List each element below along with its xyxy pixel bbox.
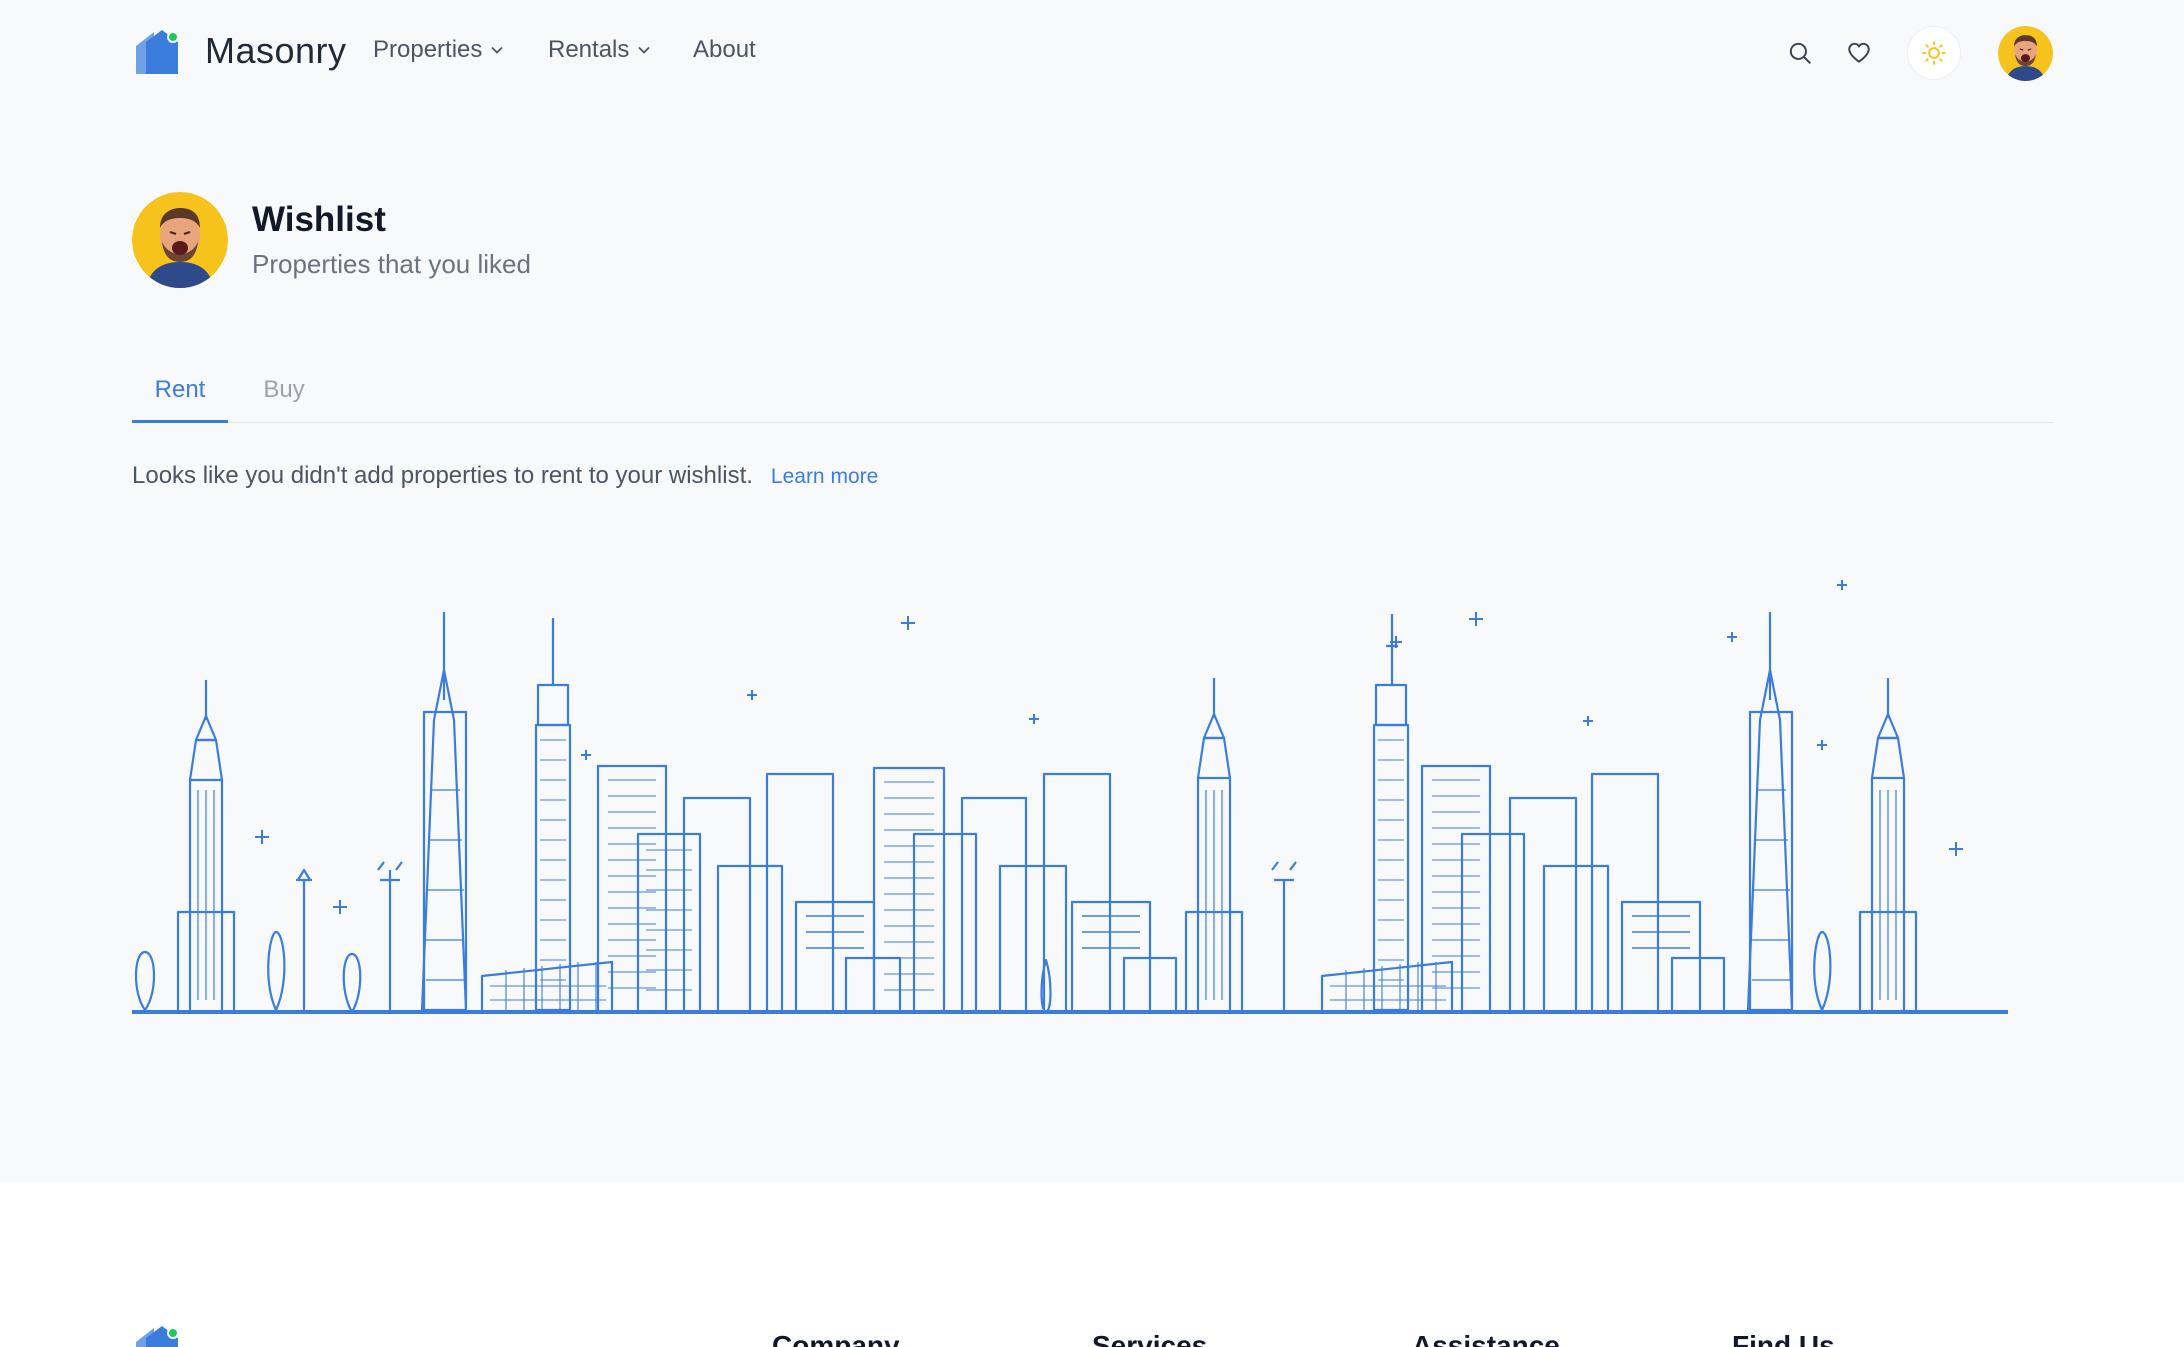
nav-about-label: About xyxy=(693,36,756,63)
footer-heading-find-us: Find Us xyxy=(1732,1330,1835,1347)
city-skyline-illustration xyxy=(132,580,2008,1014)
wishlist-tabs: Rent Buy xyxy=(132,366,2053,423)
footer: Company Services Assistance Find Us xyxy=(0,1182,2184,1347)
avatar xyxy=(132,192,228,288)
logo-icon xyxy=(136,1326,179,1347)
empty-state: Looks like you didn't add properties to … xyxy=(132,462,878,490)
brand-name[interactable]: Masonry xyxy=(205,30,347,72)
chevron-down-icon xyxy=(491,46,504,54)
empty-state-message: Looks like you didn't add properties to … xyxy=(132,462,753,489)
footer-heading-services: Services xyxy=(1092,1330,1208,1347)
chevron-down-icon xyxy=(638,46,651,54)
profile-avatar xyxy=(132,192,228,288)
footer-heading-company: Company xyxy=(772,1330,900,1347)
tab-buy[interactable]: Buy xyxy=(252,366,316,423)
avatar xyxy=(1998,26,2053,81)
learn-more-link[interactable]: Learn more xyxy=(771,465,878,489)
top-navbar: Masonry Properties Rentals About xyxy=(0,0,2184,106)
wishlist-button[interactable] xyxy=(1832,26,1886,80)
page-subtitle: Properties that you liked xyxy=(252,249,531,279)
sun-icon xyxy=(1922,41,1946,65)
nav-properties[interactable]: Properties xyxy=(373,36,504,64)
logo-icon xyxy=(136,30,179,74)
tab-rent[interactable]: Rent xyxy=(132,366,228,423)
nav-properties-label: Properties xyxy=(373,36,483,63)
nav-rentals-label: Rentals xyxy=(548,36,630,63)
heart-icon xyxy=(1848,42,1870,63)
nav-about[interactable]: About xyxy=(693,36,756,64)
search-icon xyxy=(1789,42,1811,64)
theme-toggle-button[interactable] xyxy=(1907,26,1961,80)
footer-heading-assistance: Assistance xyxy=(1412,1330,1560,1347)
page-title: Wishlist xyxy=(252,200,386,239)
user-avatar-button[interactable] xyxy=(1998,26,2053,81)
search-button[interactable] xyxy=(1773,26,1827,80)
brand-logo[interactable] xyxy=(132,28,182,78)
nav-rentals[interactable]: Rentals xyxy=(548,36,651,64)
